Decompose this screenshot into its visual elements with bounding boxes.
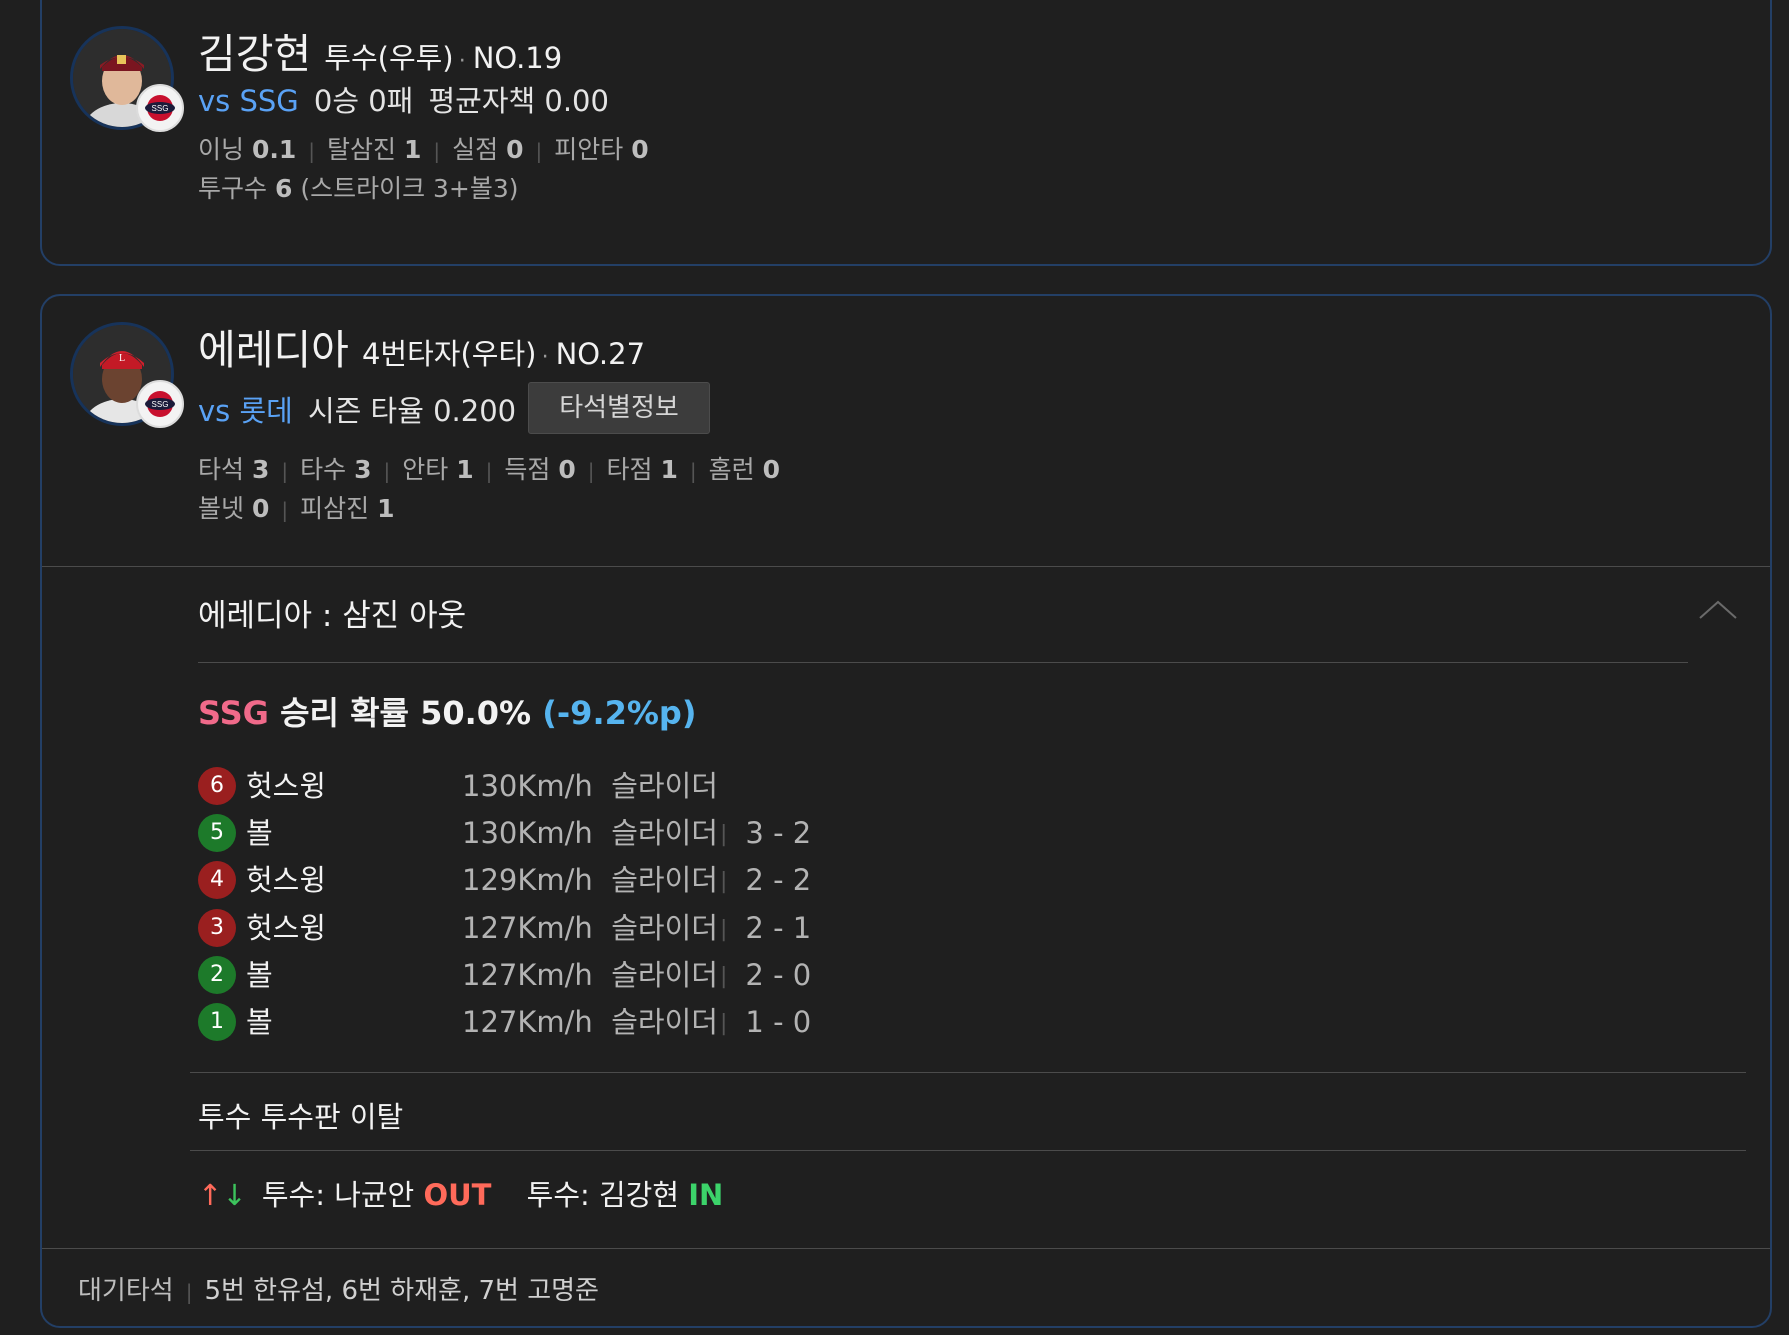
- svg-text:SSG: SSG: [152, 400, 169, 409]
- pitcher-vs-team: vs SSG: [198, 84, 299, 118]
- divider: [198, 662, 1688, 663]
- stat-runs: 실점 0: [452, 135, 524, 164]
- batter-stats-row-2: 볼넷 0 | 피삼진 1: [198, 494, 395, 523]
- pitcher-pitch-count: 투구수 6 (스트라이크 3+볼3): [198, 174, 519, 203]
- batter-season-avg: 시즌 타율 0.200: [307, 394, 517, 428]
- win-probability: SSG 승리 확률 50.0% (-9.2%p): [198, 688, 696, 734]
- pitch-row: 5 볼 130Km/h 슬라이더 | 3 - 2: [198, 811, 898, 855]
- svg-text:SSG: SSG: [152, 104, 169, 113]
- substitution-line: ↑↓ 투수: 나균안 OUT 투수: 김강현 IN: [198, 1172, 723, 1214]
- ball-strike-count: | 2 - 0: [720, 958, 812, 992]
- stat-innings: 이닝 0.1: [198, 135, 297, 164]
- pitcher-season-line: vs SSG 0승 0패 평균자책 0.00: [198, 78, 609, 120]
- pitch-speed-type: 130Km/h 슬라이더: [462, 769, 718, 803]
- pitch-row: 3 헛스윙 127Km/h 슬라이더 | 2 - 1: [198, 906, 898, 950]
- ssg-team-badge-icon: SSG: [136, 380, 184, 428]
- pitch-result: 볼: [246, 958, 273, 992]
- pitch-number-badge: 1: [198, 1003, 236, 1041]
- pitch-speed-type: 127Km/h 슬라이더: [462, 1005, 718, 1039]
- pitch-result: 헛스윙: [246, 769, 327, 803]
- sub-in-tag: IN: [688, 1178, 724, 1212]
- at-bat-info-button[interactable]: 타석별정보: [528, 382, 710, 434]
- pitcher-era: 평균자책 0.00: [428, 84, 609, 118]
- separator-dot: ·: [541, 345, 556, 370]
- ball-strike-count: | 1 - 0: [720, 1005, 812, 1039]
- svg-text:L: L: [119, 353, 125, 364]
- pitch-result: 볼: [246, 816, 273, 850]
- batter-name: 에레디아: [198, 326, 349, 374]
- pitch-row: 6 헛스윙 130Km/h 슬라이더: [198, 764, 898, 808]
- batter-stats-row-1: 타석 3 | 타수 3 | 안타 1 | 득점 0 | 타점 1 | 홈런 0: [198, 455, 780, 484]
- pitcher-name: 김강현: [198, 30, 312, 78]
- sub-in-label: 투수: 김강현: [526, 1178, 680, 1212]
- pitch-row: 4 헛스윙 129Km/h 슬라이더 | 2 - 2: [198, 858, 898, 902]
- pitch-result: 볼: [246, 1005, 273, 1039]
- pitch-speed-type: 127Km/h 슬라이더: [462, 911, 718, 945]
- collapse-chevron-up-icon[interactable]: [1698, 594, 1738, 622]
- ssg-team-badge-icon: SSG: [136, 84, 184, 132]
- win-prob-text: 승리 확률 50.0%: [280, 694, 532, 732]
- pitch-row: 2 볼 127Km/h 슬라이더 | 2 - 0: [198, 953, 898, 997]
- batter-vs-team: vs 롯데: [198, 394, 293, 428]
- divider: [42, 1248, 1770, 1249]
- batter-season-line: vs 롯데 시즌 타율 0.200: [198, 388, 516, 430]
- on-deck-line: 대기타석 | 5번 한유섬, 6번 하재훈, 7번 고명준: [78, 1276, 599, 1306]
- pitcher-number: NO.19: [472, 41, 563, 75]
- pitch-number-badge: 4: [198, 861, 236, 899]
- batter-role: 4번타자(우타): [361, 337, 537, 371]
- win-prob-delta: (-9.2%p): [542, 694, 697, 732]
- ball-strike-count: | 2 - 1: [720, 911, 812, 945]
- sub-out-tag: OUT: [423, 1178, 492, 1212]
- pitch-number-badge: 5: [198, 814, 236, 852]
- play-result: 에레디아 : 삼진 아웃: [198, 598, 467, 634]
- pitch-speed-type: 129Km/h 슬라이더: [462, 863, 718, 897]
- sub-out-label: 투수: 나균안: [261, 1178, 415, 1212]
- win-prob-team: SSG: [198, 694, 269, 732]
- stat-hits-allowed: 피안타 0: [554, 135, 649, 164]
- pitcher-record: 0승 0패: [313, 84, 414, 118]
- pitch-number-badge: 2: [198, 956, 236, 994]
- swap-arrows-icon: ↑↓: [198, 1178, 247, 1212]
- pitch-result: 헛스윙: [246, 911, 327, 945]
- stat-strikeouts: 탈삼진 1: [327, 135, 422, 164]
- divider: [190, 1150, 1746, 1151]
- pitch-number-badge: 3: [198, 909, 236, 947]
- batter-number: NO.27: [555, 337, 646, 371]
- pitch-result: 헛스윙: [246, 863, 327, 897]
- pitch-speed-type: 130Km/h 슬라이더: [462, 816, 718, 850]
- ball-strike-count: | 3 - 2: [720, 816, 812, 850]
- ball-strike-count: | 2 - 2: [720, 863, 812, 897]
- divider: [190, 1072, 1746, 1073]
- on-deck-label: 대기타석: [78, 1276, 174, 1306]
- pitcher-header: 김강현 투수(우투) · NO.19: [198, 20, 562, 80]
- pitcher-stats-line: 이닝 0.1 | 탈삼진 1 | 실점 0 | 피안타 0: [198, 135, 649, 164]
- pitch-row: 1 볼 127Km/h 슬라이더 | 1 - 0: [198, 1000, 898, 1044]
- pitcher-role: 투수(우투): [324, 41, 454, 75]
- on-deck-players: 5번 한유섬, 6번 하재훈, 7번 고명준: [204, 1276, 599, 1306]
- event-line: 투수 투수판 이탈: [198, 1100, 404, 1134]
- pitch-number-badge: 6: [198, 767, 236, 805]
- batter-header: 에레디아 4번타자(우타) · NO.27: [198, 316, 645, 376]
- pitcher-card: SSG 김강현 투수(우투) · NO.19 vs SSG 0승 0패 평균자책…: [40, 0, 1772, 266]
- divider: [42, 566, 1770, 567]
- pitch-speed-type: 127Km/h 슬라이더: [462, 958, 718, 992]
- separator-dot: ·: [458, 49, 473, 74]
- batter-card: L SSG 에레디아 4번타자(우타) · NO.27 vs 롯데 시즌 타율 …: [40, 294, 1772, 1328]
